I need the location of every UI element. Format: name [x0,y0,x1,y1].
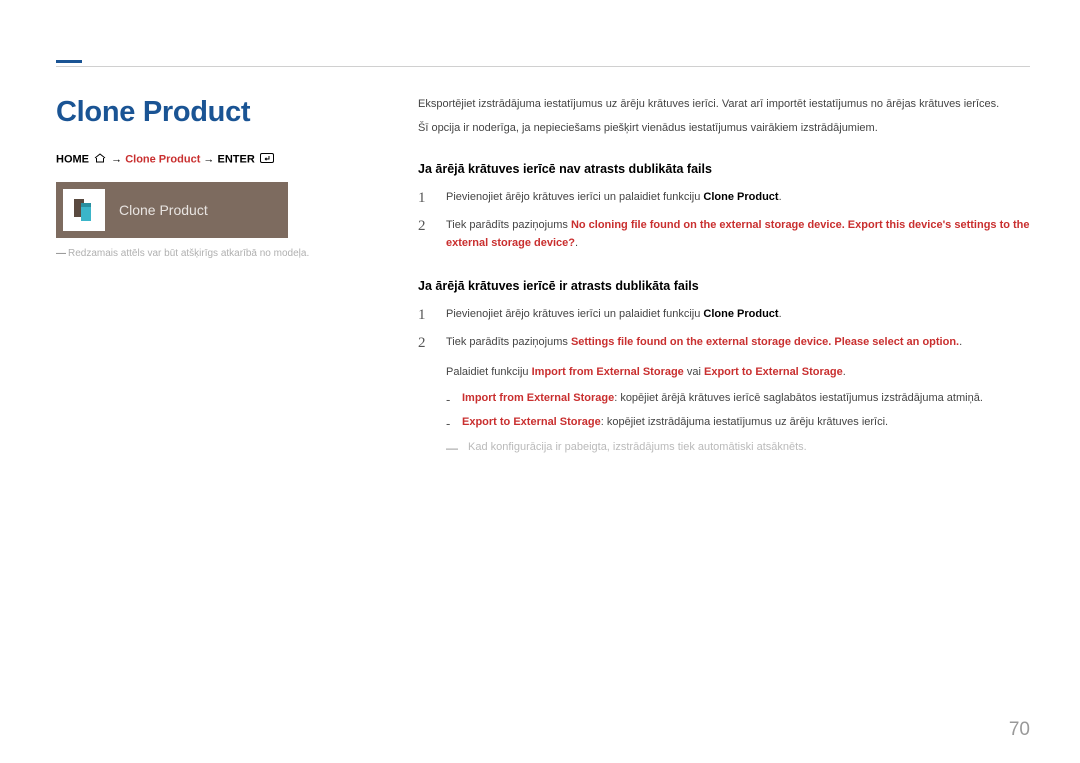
right-column: Eksportējiet izstrādājuma iestatījumus u… [418,96,1030,457]
export-label: Export to External Storage [462,416,601,428]
text: vai [684,366,704,378]
text: . [843,366,846,378]
text: . [575,237,578,249]
clone-product-label: Clone Product [703,308,778,320]
section-1-heading: Ja ārējā krātuves ierīcē nav atrasts dub… [418,159,1030,179]
section-2-heading: Ja ārējā krātuves ierīcē ir atrasts dubl… [418,276,1030,296]
section-2-step-2: 2 Tiek parādīts paziņojums Settings file… [418,334,1030,352]
page-number: 70 [1009,719,1030,741]
tile-icon [63,189,105,231]
text: : kopējiet ārējā krātuves ierīcē saglabā… [614,392,983,404]
option-list: Import from External Storage: kopējiet ā… [446,390,1030,431]
step-body: Tiek parādīts paziņojums Settings file f… [446,334,1030,352]
step-body: Pievienojiet ārējo krātuves ierīci un pa… [446,306,1030,324]
menu-tile-clone-product: Clone Product [56,182,288,238]
breadcrumb-enter: ENTER [217,153,254,165]
page-content: Clone Product HOME → Clone Product → ENT… [56,60,1030,457]
step-number: 2 [418,217,432,252]
breadcrumb-home: HOME [56,153,89,165]
left-column: Clone Product HOME → Clone Product → ENT… [56,96,376,457]
text: Tiek parādīts paziņojums [446,336,571,348]
tile-label: Clone Product [119,202,208,218]
text: Pievienojiet ārējo krātuves ierīci un pa… [446,308,703,320]
step-number: 1 [418,306,432,324]
text: : kopējiet izstrādājuma iestatījumus uz … [601,416,888,428]
text: Pievienojiet ārējo krātuves ierīci un pa… [446,191,703,203]
import-label: Import from External Storage [462,392,614,404]
export-label: Export to External Storage [704,366,843,378]
intro-paragraph-2: Šī opcija ir noderīga, ja nepieciešams p… [418,120,1030,138]
image-caption: Redzamais attēls var būt atšķirīgs atkar… [56,248,376,259]
section-1-step-2: 2 Tiek parādīts paziņojums No cloning fi… [418,217,1030,252]
breadcrumb: HOME → Clone Product → ENTER [56,153,376,166]
footnote: Kad konfigurācija ir pabeigta, izstrādāj… [446,439,1030,457]
text: . [779,308,782,320]
section-1-step-1: 1 Pievienojiet ārējo krātuves ierīci un … [418,189,1030,207]
step-body: Pievienojiet ārējo krātuves ierīci un pa… [446,189,1030,207]
clone-product-label: Clone Product [703,191,778,203]
section-2-step-1: 1 Pievienojiet ārējo krātuves ierīci un … [418,306,1030,324]
step-body: Tiek parādīts paziņojums No cloning file… [446,217,1030,252]
list-item: Export to External Storage: kopējiet izs… [446,414,1030,432]
list-item: Import from External Storage: kopējiet ā… [446,390,1030,408]
run-function-paragraph: Palaidiet funkciju Import from External … [446,364,1030,382]
message-text: Settings file found on the external stor… [571,336,959,348]
chapter-accent-bar [56,60,82,63]
intro-paragraph-1: Eksportējiet izstrādājuma iestatījumus u… [418,96,1030,114]
step-number: 2 [418,334,432,352]
top-divider [56,66,1030,67]
step-number: 1 [418,189,432,207]
page-title: Clone Product [56,96,376,129]
breadcrumb-arrow-2: → [203,153,217,165]
home-icon [94,153,106,166]
text: Tiek parādīts paziņojums [446,219,571,231]
text: . [959,336,962,348]
import-label: Import from External Storage [532,366,684,378]
text: . [779,191,782,203]
breadcrumb-arrow-1: → [111,153,125,165]
enter-icon [260,153,274,166]
breadcrumb-clone-product: Clone Product [125,153,200,165]
text: Palaidiet funkciju [446,366,532,378]
